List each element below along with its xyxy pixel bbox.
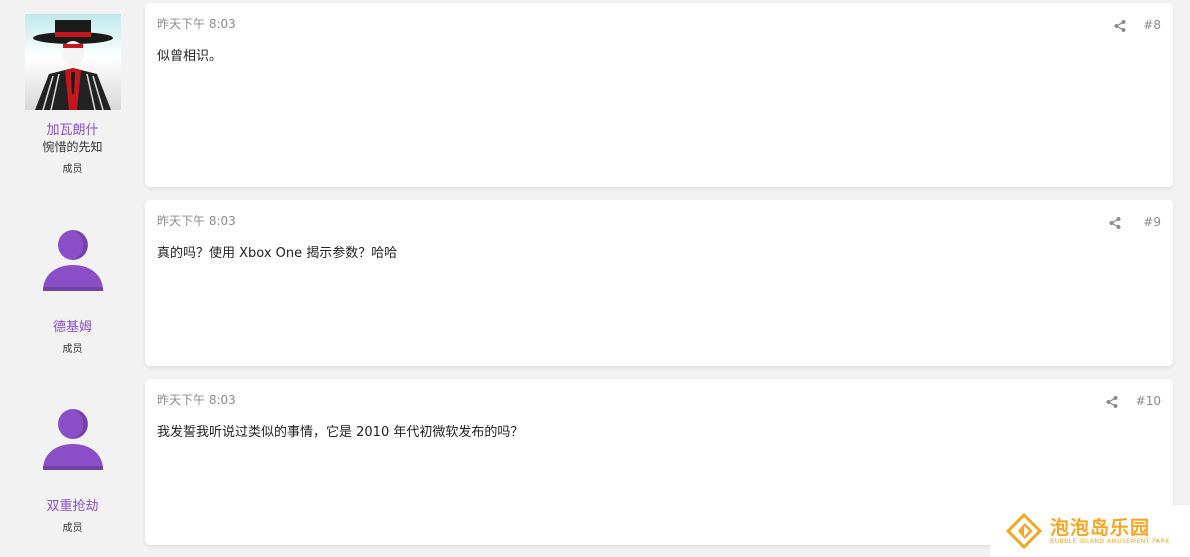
post-8: 加瓦朗什 惋惜的先知 成员 昨天下午 8:03 #8 似曾相识。 [0,0,1190,197]
watermark-title: 泡泡岛乐园 [1050,517,1151,539]
watermark-subtitle: BUBBLE ISLAND AMUSEMENT PARK [1050,538,1170,545]
watermark: 泡泡岛乐园 BUBBLE ISLAND AMUSEMENT PARK [990,505,1190,557]
user-role: 成员 [62,523,83,534]
post-time[interactable]: 昨天下午 8:03 [157,391,236,408]
post-content: 似曾相识。 [157,49,223,64]
username[interactable]: 德基姆 [0,316,145,335]
user-info: 加瓦朗什 惋惜的先知 成员 [0,0,145,197]
post-card: 昨天下午 8:03 #9 真的吗？使用 Xbox One 揭示参数？哈哈 [145,200,1173,366]
post-number[interactable]: #8 [1143,18,1161,32]
user-role: 成员 [62,344,83,355]
post-content: 我发誓我听说过类似的事情，它是 2010 年代初微软发布的吗？ [157,425,524,440]
default-avatar-icon[interactable] [40,229,106,291]
share-icon[interactable] [1105,394,1119,408]
username[interactable]: 加瓦朗什 [0,119,145,138]
share-icon[interactable] [1113,18,1127,32]
user-avatar[interactable] [25,14,121,110]
default-avatar-icon[interactable] [40,408,106,470]
post-number[interactable]: #10 [1136,394,1161,408]
post-content: 真的吗？使用 Xbox One 揭示参数？哈哈 [157,246,398,261]
user-info: 双重抢劫 成员 [0,376,145,557]
user-role: 成员 [62,164,83,175]
post-9: 德基姆 成员 昨天下午 8:03 #9 真的吗？使用 Xbox One 揭示参数… [0,197,1190,377]
post-time[interactable]: 昨天下午 8:03 [157,212,236,229]
user-info: 德基姆 成员 [0,197,145,377]
post-card: 昨天下午 8:03 #8 似曾相识。 [145,3,1173,187]
user-title: 惋惜的先知 [42,140,103,154]
share-icon[interactable] [1108,215,1122,229]
post-time[interactable]: 昨天下午 8:03 [157,15,236,32]
diamond-logo-icon [1005,512,1043,550]
username[interactable]: 双重抢劫 [0,495,145,514]
post-number[interactable]: #9 [1143,215,1161,229]
